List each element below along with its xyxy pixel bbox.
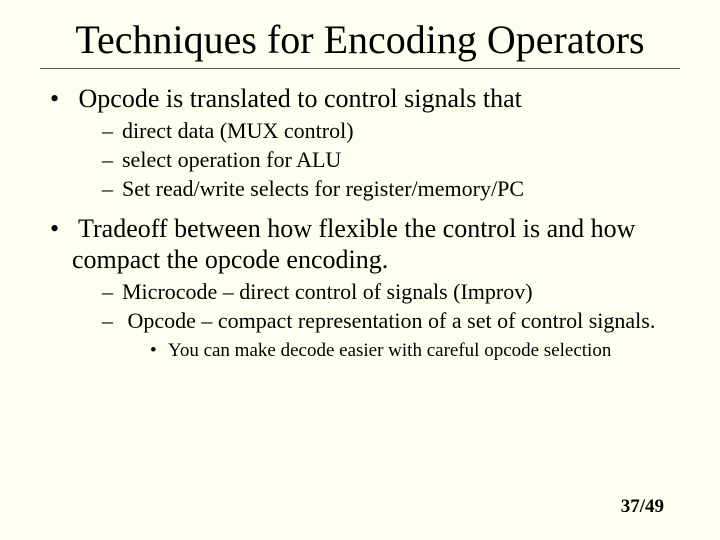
sub-sub-bullet-text: You can make decode easier with careful … <box>168 340 611 361</box>
sub-bullet-item: Opcode – compact representation of a set… <box>102 308 680 363</box>
sub-bullet-text: Microcode – direct control of signals (I… <box>122 279 533 304</box>
bullet-text: Tradeoff between how flexible the contro… <box>72 214 635 274</box>
sub-sub-bullet-item: You can make decode easier with careful … <box>150 339 680 363</box>
slide-title: Techniques for Encoding Operators <box>40 18 680 62</box>
sub-sub-bullet-list: You can make decode easier with careful … <box>122 339 680 363</box>
page-number: 37/49 <box>621 496 664 518</box>
bullet-item: Tradeoff between how flexible the contro… <box>50 213 680 363</box>
sub-bullet-text: direct data (MUX control) <box>122 118 354 143</box>
bullet-text: Opcode is translated to control signals … <box>79 84 522 113</box>
bullet-list: Opcode is translated to control signals … <box>40 83 680 362</box>
sub-bullet-list: direct data (MUX control) select operati… <box>72 118 680 202</box>
sub-bullet-list: Microcode – direct control of signals (I… <box>72 279 680 362</box>
slide: Techniques for Encoding Operators Opcode… <box>0 0 720 540</box>
sub-bullet-text: Set read/write selects for register/memo… <box>122 176 524 201</box>
bullet-item: Opcode is translated to control signals … <box>50 83 680 203</box>
sub-bullet-item: Set read/write selects for register/memo… <box>102 176 680 203</box>
sub-bullet-item: select operation for ALU <box>102 147 680 174</box>
sub-bullet-item: direct data (MUX control) <box>102 118 680 145</box>
title-underline <box>40 68 680 69</box>
sub-bullet-text: select operation for ALU <box>122 147 341 172</box>
sub-bullet-item: Microcode – direct control of signals (I… <box>102 279 680 306</box>
sub-bullet-text: Opcode – compact representation of a set… <box>128 308 656 333</box>
